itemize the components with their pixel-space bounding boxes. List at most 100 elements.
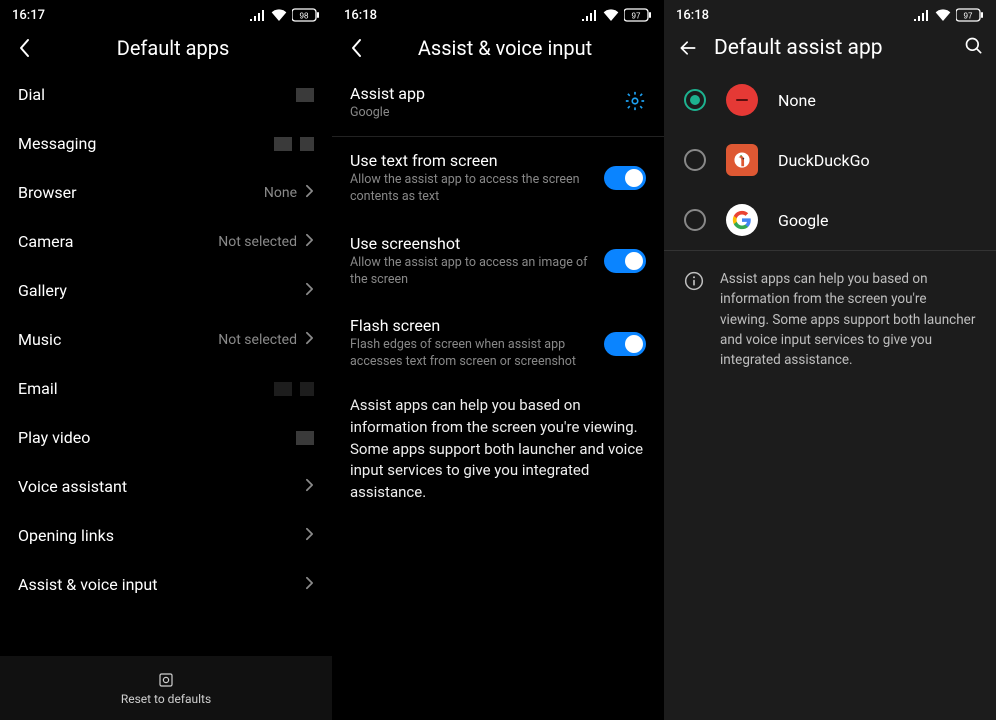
row-right bbox=[296, 431, 314, 445]
row-label: Messaging bbox=[18, 134, 96, 153]
chevron-right-icon bbox=[305, 232, 314, 251]
placeholder-icon bbox=[300, 382, 314, 396]
row-label: Browser bbox=[18, 183, 77, 202]
row-right: None bbox=[264, 183, 314, 202]
settings-row-email[interactable]: Email bbox=[0, 364, 332, 413]
row-right bbox=[305, 281, 314, 300]
row-label: Opening links bbox=[18, 526, 114, 545]
info-icon bbox=[684, 271, 704, 291]
row-right bbox=[296, 88, 314, 102]
toggle-row-use-screenshot[interactable]: Use screenshot Allow the assist app to ac… bbox=[332, 220, 664, 303]
settings-row-camera[interactable]: Camera Not selected bbox=[0, 217, 332, 266]
toggle-subtitle: Allow the assist app to access an image … bbox=[350, 255, 590, 289]
status-bar: 16:18 97 bbox=[332, 0, 664, 30]
signal-icon bbox=[250, 9, 266, 21]
row-right: Not selected bbox=[218, 330, 314, 349]
assist-app-value: Google bbox=[350, 105, 610, 122]
back-button[interactable] bbox=[676, 36, 700, 60]
status-time: 16:18 bbox=[344, 8, 377, 23]
settings-row-dial[interactable]: Dial bbox=[0, 70, 332, 119]
info-block: Assist apps can help you based on inform… bbox=[664, 251, 996, 388]
battery-icon: 97 bbox=[624, 8, 652, 22]
reset-to-defaults-button[interactable]: Reset to defaults bbox=[0, 656, 332, 720]
signal-icon bbox=[914, 9, 930, 21]
assist-option-google[interactable]: Google bbox=[664, 190, 996, 250]
wifi-icon bbox=[271, 9, 287, 21]
row-right bbox=[274, 382, 314, 396]
header: Default apps bbox=[0, 30, 332, 70]
wifi-icon bbox=[935, 9, 951, 21]
search-icon bbox=[964, 36, 984, 56]
settings-row-gallery[interactable]: Gallery bbox=[0, 266, 332, 315]
wifi-icon bbox=[603, 9, 619, 21]
toggle-switch[interactable] bbox=[604, 332, 646, 356]
toggle-title: Flash screen bbox=[350, 316, 590, 335]
assist-app-options: None DuckDuckGoGoogle bbox=[664, 70, 996, 250]
search-button[interactable] bbox=[964, 36, 984, 60]
toggle-subtitle: Flash edges of screen when assist app ac… bbox=[350, 337, 590, 371]
placeholder-icon bbox=[296, 431, 314, 445]
toggle-switch[interactable] bbox=[604, 166, 646, 190]
settings-list: Dial Messaging Browser None Camera Not select… bbox=[0, 70, 332, 609]
radio-button[interactable] bbox=[684, 209, 706, 231]
assist-option-duckduckgo[interactable]: DuckDuckGo bbox=[664, 130, 996, 190]
settings-row-messaging[interactable]: Messaging bbox=[0, 119, 332, 168]
status-icons: 97 bbox=[582, 8, 652, 22]
none-icon bbox=[726, 84, 758, 116]
back-button[interactable] bbox=[12, 36, 36, 60]
toggle-switch[interactable] bbox=[604, 249, 646, 273]
toggle-title: Use text from screen bbox=[350, 151, 590, 170]
assist-option-none[interactable]: None bbox=[664, 70, 996, 130]
page-title: Assist & voice input bbox=[382, 36, 628, 60]
chevron-right-icon bbox=[305, 477, 314, 496]
row-value: Not selected bbox=[218, 332, 297, 348]
radio-button[interactable] bbox=[684, 149, 706, 171]
svg-text:97: 97 bbox=[632, 12, 641, 21]
status-icons: 97 bbox=[914, 8, 984, 22]
settings-row-play-video[interactable]: Play video bbox=[0, 413, 332, 462]
gear-icon[interactable] bbox=[624, 90, 646, 116]
row-label: Assist & voice input bbox=[18, 575, 157, 594]
back-button[interactable] bbox=[344, 36, 368, 60]
toggle-row-flash-screen[interactable]: Flash screen Flash edges of screen when a… bbox=[332, 302, 664, 385]
svg-text:97: 97 bbox=[964, 12, 973, 21]
chevron-right-icon bbox=[305, 183, 314, 202]
assist-app-row[interactable]: Assist app Google bbox=[332, 70, 664, 136]
toggle-row-use-text-from-screen[interactable]: Use text from screen Allow the assist app… bbox=[332, 137, 664, 220]
option-label: None bbox=[778, 91, 816, 110]
toggle-title: Use screenshot bbox=[350, 234, 590, 253]
info-text: Assist apps can help you based on inform… bbox=[720, 269, 976, 370]
chevron-right-icon bbox=[305, 330, 314, 349]
pane-default-assist-app: 16:18 97 Default assist app None DuckDuck… bbox=[664, 0, 996, 720]
row-label: Email bbox=[18, 379, 58, 398]
radio-button[interactable] bbox=[684, 89, 706, 111]
toggle-subtitle: Allow the assist app to access the scree… bbox=[350, 172, 590, 206]
status-icons: 98 bbox=[250, 8, 320, 22]
chevron-right-icon bbox=[305, 281, 314, 300]
settings-row-voice-assistant[interactable]: Voice assistant bbox=[0, 462, 332, 511]
arrow-left-icon bbox=[678, 38, 698, 58]
row-right: Not selected bbox=[218, 232, 314, 251]
reset-label: Reset to defaults bbox=[121, 692, 211, 706]
chevron-right-icon bbox=[305, 526, 314, 545]
settings-row-browser[interactable]: Browser None bbox=[0, 168, 332, 217]
settings-row-assist-voice-input[interactable]: Assist & voice input bbox=[0, 560, 332, 609]
row-right bbox=[305, 477, 314, 496]
header: Default assist app bbox=[664, 30, 996, 70]
battery-icon: 98 bbox=[292, 8, 320, 22]
duckduckgo-icon bbox=[726, 144, 758, 176]
battery-icon: 97 bbox=[956, 8, 984, 22]
header: Assist & voice input bbox=[332, 30, 664, 70]
row-label: Camera bbox=[18, 232, 73, 251]
placeholder-icon bbox=[274, 137, 292, 151]
row-right bbox=[274, 137, 314, 151]
signal-icon bbox=[582, 9, 598, 21]
row-label: Voice assistant bbox=[18, 477, 127, 496]
settings-row-music[interactable]: MusicNot selected bbox=[0, 315, 332, 364]
row-label: Play video bbox=[18, 428, 90, 447]
settings-row-opening-links[interactable]: Opening links bbox=[0, 511, 332, 560]
status-bar: 16:18 97 bbox=[664, 0, 996, 30]
row-right bbox=[305, 575, 314, 594]
row-label: Gallery bbox=[18, 281, 67, 300]
chevron-left-icon bbox=[17, 38, 31, 58]
